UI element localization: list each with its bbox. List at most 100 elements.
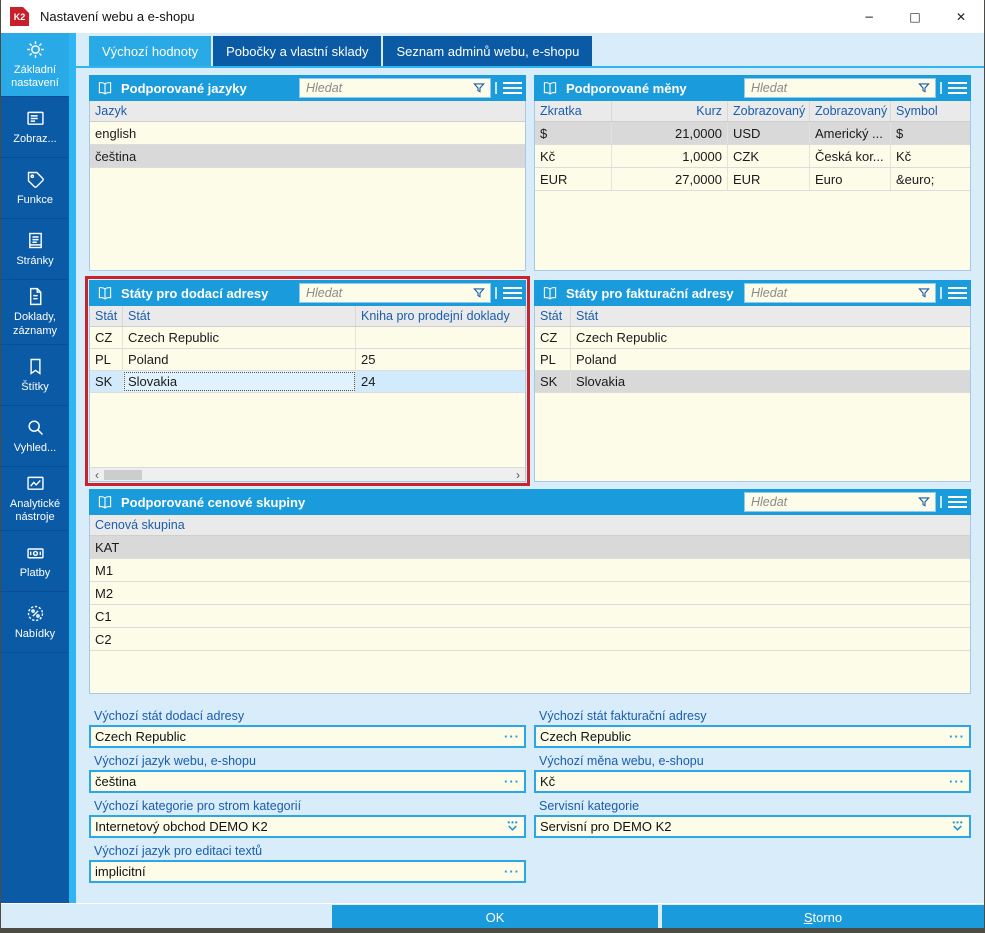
search-input[interactable]	[306, 81, 472, 95]
service-category-input[interactable]	[540, 819, 947, 834]
search-input[interactable]	[751, 286, 917, 300]
panel-header: Podporované cenové skupiny	[89, 489, 971, 515]
filter-funnel-icon[interactable]	[472, 81, 486, 95]
column-header[interactable]: Stát	[123, 306, 356, 326]
ellipsis-lookup-button[interactable]: ···	[502, 727, 522, 746]
dropdown-icon[interactable]	[502, 817, 522, 836]
scroll-left-arrow[interactable]: ‹	[91, 468, 103, 481]
tab-pobocky-a-vlastni-sklady[interactable]: Pobočky a vlastní sklady	[213, 36, 381, 66]
default-shipping-state-input[interactable]	[95, 729, 502, 744]
column-header[interactable]: Zkratka	[535, 101, 612, 121]
bookmark-icon	[25, 356, 46, 377]
horizontal-scrollbar[interactable]: ‹ ›	[90, 467, 525, 481]
search-input[interactable]	[751, 495, 917, 509]
ok-button[interactable]: OK	[332, 905, 658, 929]
panel-supported-languages: Podporované jazyky Jazyk	[89, 75, 526, 271]
sidebar-item-funkce[interactable]: Funkce	[1, 158, 69, 219]
table-row[interactable]: english	[90, 122, 525, 145]
table-row[interactable]: PL Poland	[535, 349, 970, 371]
search-box	[299, 283, 491, 303]
table-row-selected[interactable]: $ 21,0000 USD Americký ... $	[535, 122, 970, 145]
column-header[interactable]: Jazyk	[90, 101, 525, 121]
column-header[interactable]: Stát	[535, 306, 571, 326]
scrollbar-thumb[interactable]	[104, 470, 142, 480]
table-row-focused[interactable]: SK Slovakia 24	[90, 371, 525, 393]
ellipsis-lookup-button[interactable]: ···	[502, 772, 522, 791]
default-web-language-input[interactable]	[95, 774, 502, 789]
ellipsis-lookup-button[interactable]: ···	[947, 727, 967, 746]
column-header[interactable]: Cenová skupina	[90, 515, 970, 535]
search-input[interactable]	[306, 286, 472, 300]
sidebar-item-nabidky[interactable]: Nabídky	[1, 592, 69, 653]
ellipsis-lookup-button[interactable]: ···	[947, 772, 967, 791]
filter-funnel-icon[interactable]	[472, 286, 486, 300]
table-row-selected[interactable]: SK Slovakia	[535, 371, 970, 393]
book-icon	[541, 80, 559, 96]
field-label: Výchozí měna webu, e-shopu	[534, 754, 971, 768]
filter-funnel-icon[interactable]	[917, 286, 931, 300]
table-row[interactable]: M1	[90, 559, 970, 582]
sidebar-item-doklady-zaznamy[interactable]: Doklady, záznamy	[1, 280, 69, 344]
field-label: Servisní kategorie	[534, 799, 971, 813]
table-row[interactable]: C1	[90, 605, 970, 628]
panel-menu-button[interactable]	[495, 287, 522, 299]
pages-icon	[25, 230, 46, 251]
search-input[interactable]	[751, 81, 917, 95]
window-title: Nastavení webu a e-shopu	[40, 9, 195, 24]
default-category-tree-input[interactable]	[95, 819, 502, 834]
table-row-selected[interactable]: KAT	[90, 536, 970, 559]
panel-title: Státy pro dodací adresy	[121, 286, 268, 301]
table-row[interactable]: EUR 27,0000 EUR Euro &euro;	[535, 168, 970, 191]
tab-vychozi-hodnoty[interactable]: Výchozí hodnoty	[89, 36, 211, 66]
table-row[interactable]: C2	[90, 628, 970, 651]
panel-header: Podporované jazyky	[89, 75, 526, 101]
minimize-button[interactable]: −	[846, 0, 892, 33]
sidebar-item-label: Doklady, záznamy	[3, 311, 67, 337]
maximize-button[interactable]: □	[892, 0, 938, 33]
sidebar-item-stitky[interactable]: Štítky	[1, 345, 69, 406]
sidebar-item-zobrazeni[interactable]: Zobraz...	[1, 97, 69, 158]
ellipsis-lookup-button[interactable]: ···	[502, 862, 522, 881]
table-row[interactable]: CZ Czech Republic	[90, 327, 525, 349]
sidebar-item-stranky[interactable]: Stránky	[1, 219, 69, 280]
panel-menu-button[interactable]	[940, 287, 967, 299]
sidebar-item-platby[interactable]: Platby	[1, 531, 69, 592]
table-row[interactable]: PL Poland 25	[90, 349, 525, 371]
sidebar-item-label: Stránky	[16, 255, 53, 268]
app-window: K2 Nastavení webu a e-shopu − □ ✕ Základ…	[0, 0, 985, 933]
window-controls: − □ ✕	[846, 0, 984, 33]
default-billing-state-input[interactable]	[540, 729, 947, 744]
focused-cell[interactable]: Slovakia	[123, 371, 356, 392]
panel-menu-button[interactable]	[940, 82, 967, 94]
tab-seznam-adminu[interactable]: Seznam adminů webu, e-shopu	[383, 36, 592, 66]
dropdown-icon[interactable]	[947, 817, 967, 836]
table-row-selected[interactable]: čeština	[90, 145, 525, 168]
sidebar-item-analyticke-nastroje[interactable]: Analytické nástroje	[1, 467, 69, 531]
table-row[interactable]: CZ Czech Republic	[535, 327, 970, 349]
sidebar-item-vyhledavani[interactable]: Vyhled...	[1, 406, 69, 467]
field-label: Výchozí stát fakturační adresy	[534, 709, 971, 723]
column-header[interactable]: Zobrazovaný r	[810, 101, 891, 121]
filter-funnel-icon[interactable]	[917, 495, 931, 509]
column-header[interactable]: Zobrazovaný k	[728, 101, 810, 121]
default-web-language-field: Výchozí jazyk webu, e-shopu ···	[89, 754, 526, 793]
column-header[interactable]: Kurz	[612, 101, 728, 121]
panel-menu-button[interactable]	[940, 496, 967, 508]
default-web-currency-input[interactable]	[540, 774, 947, 789]
magnifier-icon	[25, 417, 46, 438]
sidebar-item-zakladni-nastaveni[interactable]: Základní nastavení	[1, 33, 69, 97]
column-header[interactable]: Stát	[90, 306, 123, 326]
column-header[interactable]: Kniha pro prodejní doklady	[356, 306, 525, 326]
close-button[interactable]: ✕	[938, 0, 984, 33]
filter-funnel-icon[interactable]	[917, 81, 931, 95]
panel-menu-button[interactable]	[495, 82, 522, 94]
scroll-right-arrow[interactable]: ›	[512, 468, 524, 481]
table-row[interactable]: Kč 1,0000 CZK Česká kor... Kč	[535, 145, 970, 168]
table-row[interactable]: M2	[90, 582, 970, 605]
storno-button[interactable]: Storno	[662, 905, 984, 929]
column-header[interactable]: Symbol	[891, 101, 970, 121]
default-web-currency-field: Výchozí měna webu, e-shopu ···	[534, 754, 971, 793]
column-header[interactable]: Stát	[571, 306, 970, 326]
default-text-edit-language-input[interactable]	[95, 864, 502, 879]
sidebar-item-label: Štítky	[21, 381, 49, 394]
